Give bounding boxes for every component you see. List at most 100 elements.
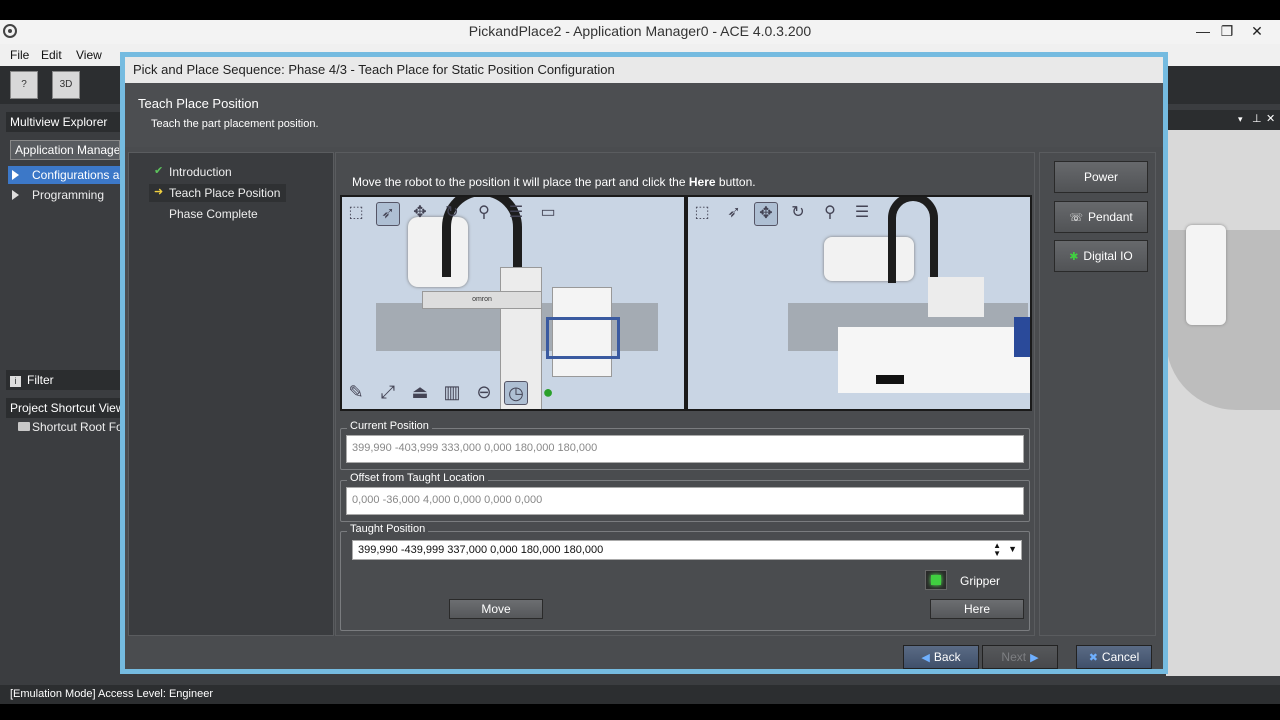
shortcut-view-title: Project Shortcut View [6,398,120,418]
measure-icon[interactable]: ▭ [536,202,560,226]
instruction-pre: Move the robot to the position it will p… [352,175,686,189]
here-button[interactable]: Here [930,599,1024,619]
right-3d-view: ▾ ⊥ ✕ [1166,110,1280,676]
instruction-post: button. [718,175,756,189]
filter-header[interactable]: i Filter [6,370,120,390]
spinner-icon[interactable]: ▲ ▼ [993,542,1001,558]
menu-file[interactable]: File [10,48,29,62]
step-phase-complete[interactable]: Phase Complete [149,205,264,223]
move-button[interactable]: Move [449,599,543,619]
dock-menu-icon[interactable]: ▾ [1238,114,1243,125]
expand-arrow-icon[interactable] [12,190,19,200]
next-button[interactable]: Next ▶ [982,645,1058,669]
robot-model [1186,225,1226,325]
restore-button[interactable]: ❐ [1214,21,1240,41]
taught-position-combo[interactable]: 399,990 -439,999 337,000 0,000 180,000 1… [352,540,1022,560]
zoom-icon[interactable]: ⚲ [818,202,842,226]
current-step-arrow-icon: ➜ [154,186,164,198]
back-arrow-icon: ◀ [921,652,930,664]
explorer-title: Multiview Explorer [6,112,120,132]
close-button[interactable]: ✕ [1244,21,1270,41]
current-position-label: Current Position [347,420,432,432]
offset-field: 0,000 -36,000 4,000 0,000 0,000 0,000 [346,487,1024,515]
current-position-group: Current Position 399,990 -403,999 333,00… [340,420,1030,470]
perspective-icon[interactable]: ⬚ [690,202,714,226]
cancel-label: Cancel [1101,650,1140,664]
pendant-button[interactable]: ☏ Pendant [1054,201,1148,233]
collision-icon[interactable]: ⊖ [472,381,496,405]
green-ball-icon[interactable]: ● [536,381,560,405]
clock-icon[interactable]: ◷ [504,381,528,405]
close-panel-icon[interactable]: ✕ [1266,112,1275,125]
step-label: Introduction [169,165,232,179]
shortcut-root-folder[interactable]: Shortcut Root Folder [8,418,120,436]
minimize-button[interactable]: — [1190,21,1216,41]
list-icon[interactable]: ☰ [504,202,528,226]
perspective-icon[interactable]: ⬚ [344,202,368,226]
pendant-label: Pendant [1088,210,1133,224]
rotate-icon[interactable]: ↻ [786,202,810,226]
offset-label: Offset from Taught Location [347,472,488,484]
3d-view-right[interactable]: ⬚ ➶ ✥ ↻ ⚲ ☰ [686,195,1032,411]
pan-icon[interactable]: ✥ [754,202,778,226]
next-label: Next [1001,650,1027,664]
back-label: Back [933,650,961,664]
digital-io-button[interactable]: ✱ Digital IO [1054,240,1148,272]
menu-view[interactable]: View [76,48,102,62]
app-title: PickandPlace2 - Application Manager0 - A… [468,23,812,39]
view-3d-button[interactable]: 3D [52,71,80,99]
step-introduction[interactable]: ✔ Introduction [149,163,238,181]
cancel-button[interactable]: ✖ Cancel [1076,645,1152,669]
pendant-icon: ☏ [1069,212,1084,224]
back-button[interactable]: ◀ Back [903,645,979,669]
tree-item-configurations[interactable]: Configurations and Setup [8,166,120,184]
taught-position-value: 399,990 -439,999 337,000 0,000 180,000 1… [358,544,604,556]
step-label: Teach Place Position [169,186,281,200]
info-icon: i [10,376,21,387]
top-black-band [0,0,1280,20]
3d-view-left[interactable]: omron ⬚ ➶ ✥ ↻ ⚲ ☰ ▭ ✎ ⤢ ⏏ ▥ ⊖ ◷ ● [340,195,686,411]
pin-icon[interactable]: ⊥ [1252,112,1262,125]
application-manager-tab[interactable]: Application Manager [10,140,120,160]
axes-icon[interactable]: ⤢ [376,381,400,405]
wizard-title: Pick and Place Sequence: Phase 4/3 - Tea… [125,57,1163,83]
select-pointer-icon[interactable]: ➶ [376,202,400,226]
pick-place-wizard: Pick and Place Sequence: Phase 4/3 - Tea… [120,52,1168,674]
offset-group: Offset from Taught Location 0,000 -36,00… [340,472,1030,522]
cancel-x-icon: ✖ [1088,652,1098,664]
shortcut-root-label: Shortcut Root Folder [32,420,120,434]
step-label: Phase Complete [169,207,258,221]
tree-item-label: Configurations and Setup [32,168,120,182]
step-teach-place[interactable]: ➜ Teach Place Position [149,184,287,202]
gripper-tool-icon[interactable]: ▥ [440,381,464,405]
help-button[interactable]: ? [10,71,38,99]
menu-edit[interactable]: Edit [41,48,62,62]
expand-arrow-icon[interactable] [12,170,19,180]
instruction-text: Move the robot to the position it will p… [352,175,756,189]
wizard-content: Move the robot to the position it will p… [335,152,1035,636]
power-button[interactable]: Power [1054,161,1148,193]
rotate-icon[interactable]: ↻ [440,202,464,226]
multiview-explorer: Multiview Explorer Application Manager C… [0,110,120,690]
tray-edge [1014,317,1030,357]
folder-icon [18,422,30,431]
gripper-toggle[interactable] [925,570,947,590]
digital-io-label: Digital IO [1083,249,1133,263]
chevron-down-icon[interactable]: ▼ [1008,544,1017,554]
list-icon[interactable]: ☰ [850,202,874,226]
instruction-bold: Here [688,175,716,189]
tree-item-programming[interactable]: Programming [8,186,120,204]
select-pointer-icon[interactable]: ➶ [722,202,746,226]
edit-pencil-icon[interactable]: ✎ [344,381,368,405]
page-title: Teach Place Position [138,96,259,111]
jog-icon[interactable]: ⏏ [408,381,432,405]
taught-position-label: Taught Position [347,523,429,535]
zoom-icon[interactable]: ⚲ [472,202,496,226]
status-bar: [Emulation Mode] Access Level: Engineer [0,685,1280,704]
pan-icon[interactable]: ✥ [408,202,432,226]
tree-item-label: Programming [32,188,105,202]
power-label: Power [1083,170,1118,184]
wizard-steps: ✔ Introduction ➜ Teach Place Position Ph… [128,152,334,636]
wizard-header: Teach Place Position Teach the part plac… [125,83,1163,147]
robot-column [928,277,984,317]
